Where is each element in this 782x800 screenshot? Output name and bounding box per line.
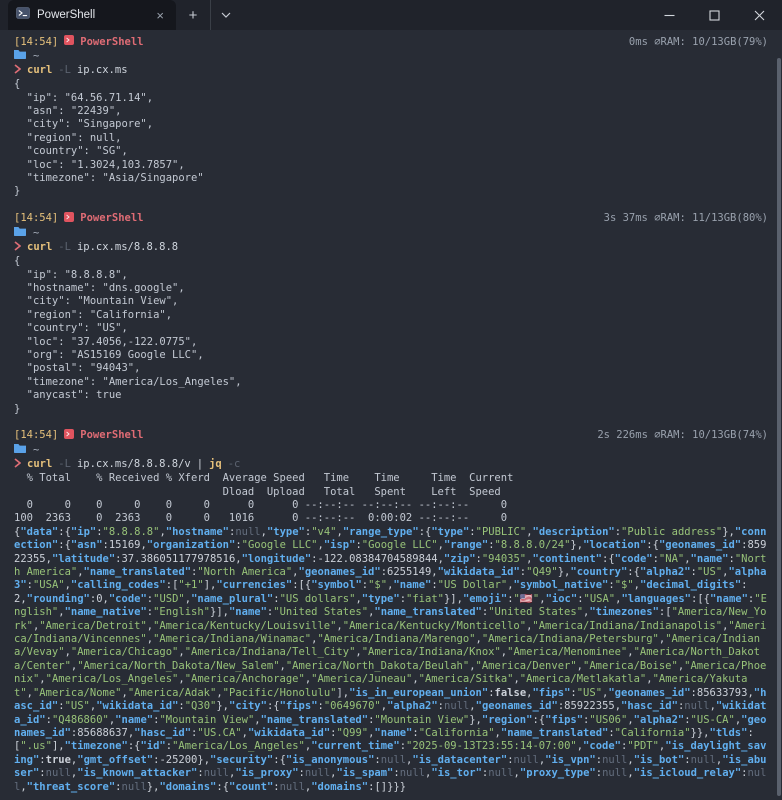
powershell-tab-icon: [16, 6, 30, 24]
current-directory: ~: [33, 50, 39, 63]
shell-name: PowerShell: [80, 36, 143, 49]
tab-dropdown-button[interactable]: [210, 0, 240, 30]
jq-json-output: {"data":{"ip":"8.8.8.8","hostname":null,…: [14, 526, 772, 794]
curl-progress-table: % Total % Received % Xferd Average Speed…: [14, 472, 772, 526]
block-header: [14:54] PowerShell 0ms ⌀RAM: 10/13GB(79%…: [14, 35, 772, 49]
prompt-icon: [14, 241, 21, 255]
pipe-operator: |: [197, 458, 203, 471]
command-block-1: [14:54] PowerShell 0ms ⌀RAM: 10/13GB(79%…: [14, 35, 772, 199]
path-line: ~: [14, 49, 772, 63]
powershell-badge-icon: [64, 35, 74, 49]
command-line: curl -L ip.cx.ms/8.8.8.8: [14, 241, 772, 255]
minimize-button[interactable]: [647, 0, 692, 30]
command-url: ip.cx.ms/8.8.8.8: [77, 241, 178, 254]
prompt-icon: [14, 64, 21, 78]
folder-icon: [14, 226, 26, 240]
powershell-badge-icon: [64, 212, 74, 226]
command-program: curl: [27, 64, 52, 77]
path-line: ~: [14, 443, 772, 457]
json-output: { "ip": "64.56.71.14", "asn": "22439", "…: [14, 78, 772, 199]
new-tab-button[interactable]: +: [176, 0, 210, 30]
shell-name: PowerShell: [80, 212, 143, 225]
command-status: 3s 37ms ⌀RAM: 11/13GB(80%): [604, 212, 772, 225]
shell-name: PowerShell: [80, 429, 143, 442]
command-status: 2s 226ms ⌀RAM: 10/13GB(74%): [597, 429, 772, 442]
folder-icon: [14, 49, 26, 63]
command-flag: -L: [58, 241, 71, 254]
timestamp: [14:54]: [14, 212, 58, 225]
command-block-2: [14:54] PowerShell 3s 37ms ⌀RAM: 11/13GB…: [14, 212, 772, 416]
command-line: curl -L ip.cx.ms: [14, 64, 772, 78]
terminal-window: PowerShell × + [14:54] PowerShell: [0, 0, 782, 800]
path-line: ~: [14, 226, 772, 240]
timestamp: [14:54]: [14, 429, 58, 442]
json-output: { "ip": "8.8.8.8", "hostname": "dns.goog…: [14, 255, 772, 416]
current-directory: ~: [33, 227, 39, 240]
titlebar-drag-area[interactable]: [240, 0, 647, 30]
timestamp: [14:54]: [14, 36, 58, 49]
command-line: curl -L ip.cx.ms/8.8.8.8/v | jq -c: [14, 458, 772, 472]
tab-title: PowerShell: [37, 9, 145, 21]
block-header: [14:54] PowerShell 3s 37ms ⌀RAM: 11/13GB…: [14, 212, 772, 226]
command-program-jq: jq: [209, 458, 222, 471]
block-header: [14:54] PowerShell 2s 226ms ⌀RAM: 10/13G…: [14, 429, 772, 443]
command-program: curl: [27, 458, 52, 471]
maximize-button[interactable]: [692, 0, 737, 30]
titlebar: PowerShell × +: [0, 0, 782, 30]
command-url: ip.cx.ms: [77, 64, 128, 77]
command-program: curl: [27, 241, 52, 254]
prompt-icon: [14, 458, 21, 472]
scrollbar-thumb[interactable]: [777, 58, 781, 796]
command-flag-jq: -c: [228, 458, 241, 471]
command-flag: -L: [58, 458, 71, 471]
command-status: 0ms ⌀RAM: 10/13GB(79%): [629, 36, 772, 49]
current-directory: ~: [33, 444, 39, 457]
tab-powershell[interactable]: PowerShell ×: [8, 0, 176, 30]
tab-close-icon[interactable]: ×: [152, 8, 168, 23]
command-flag: -L: [58, 64, 71, 77]
close-button[interactable]: [737, 0, 782, 30]
command-url: ip.cx.ms/8.8.8.8/v: [77, 458, 191, 471]
command-block-3: [14:54] PowerShell 2s 226ms ⌀RAM: 10/13G…: [14, 429, 772, 794]
powershell-badge-icon: [64, 429, 74, 443]
terminal-content: [14:54] PowerShell 0ms ⌀RAM: 10/13GB(79%…: [0, 30, 782, 800]
folder-icon: [14, 443, 26, 457]
